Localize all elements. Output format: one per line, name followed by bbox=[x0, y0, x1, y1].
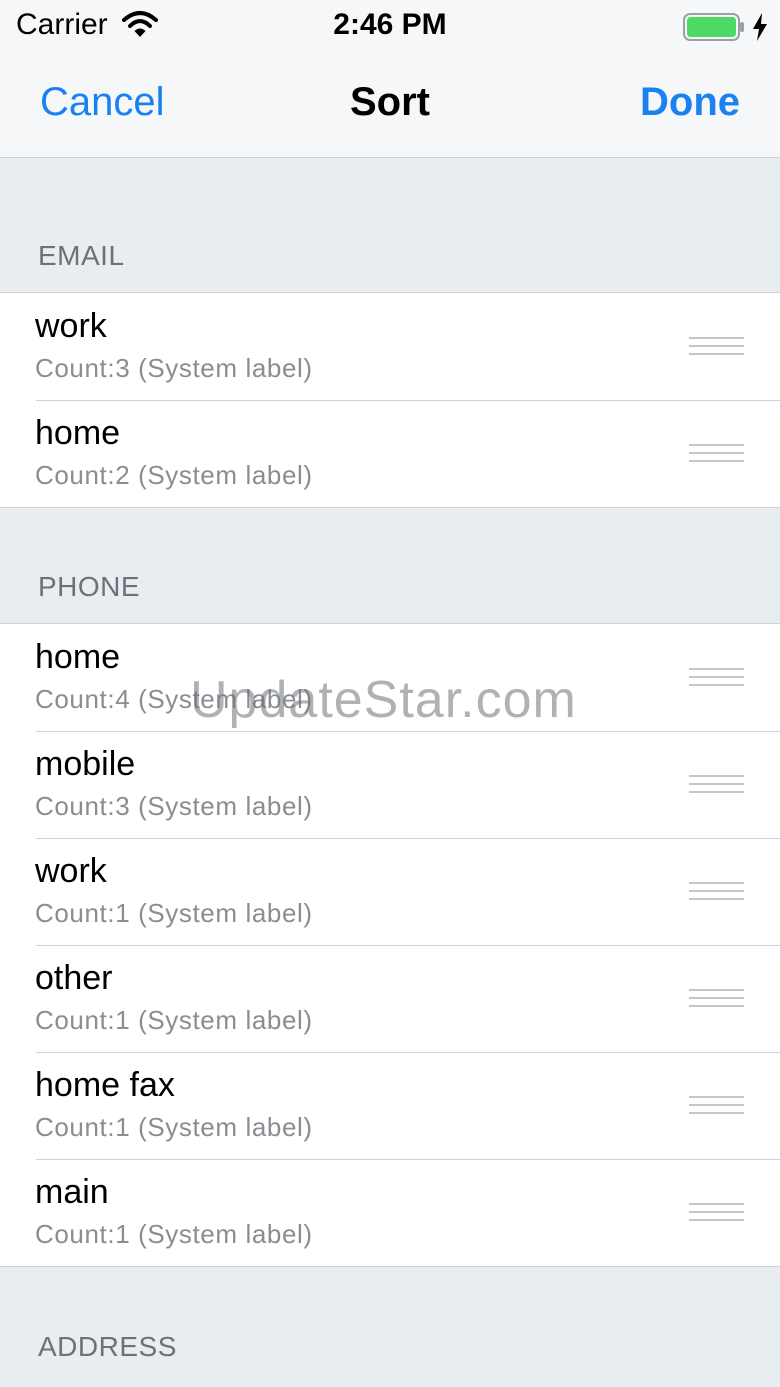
list-item-subtitle: Count:2 (System label) bbox=[35, 460, 313, 490]
reorder-handle-icon[interactable] bbox=[689, 1203, 744, 1223]
list-item-subtitle: Count:1 (System label) bbox=[35, 1219, 313, 1249]
section-header-address: ADDRESS bbox=[38, 1331, 177, 1362]
battery-icon bbox=[683, 13, 744, 41]
list-item-title: mobile bbox=[35, 745, 136, 783]
list-item-title: main bbox=[35, 1173, 109, 1211]
list-item[interactable]: home Count:4 (System label) bbox=[0, 624, 780, 731]
reorder-handle-icon[interactable] bbox=[689, 668, 744, 688]
done-button[interactable]: Done bbox=[640, 80, 740, 125]
navigation-bar: Cancel Sort Done bbox=[0, 56, 780, 158]
list-item[interactable]: home Count:2 (System label) bbox=[0, 400, 780, 507]
list-item[interactable]: main Count:1 (System label) bbox=[0, 1159, 780, 1266]
list-item-subtitle: Count:1 (System label) bbox=[35, 1112, 313, 1142]
list-item-title: work bbox=[35, 307, 107, 345]
list-item-subtitle: Count:1 (System label) bbox=[35, 1005, 313, 1035]
cancel-button[interactable]: Cancel bbox=[40, 80, 165, 125]
list-item-subtitle: Count:4 (System label) bbox=[35, 684, 313, 714]
section-header-phone: PHONE bbox=[38, 571, 141, 602]
list-item[interactable]: work Count:1 (System label) bbox=[0, 838, 780, 945]
phone-list: home Count:4 (System label) mobile Count… bbox=[0, 623, 780, 1267]
status-time: 2:46 PM bbox=[333, 8, 447, 41]
email-list: work Count:3 (System label) home Count:2… bbox=[0, 292, 780, 508]
list-item-subtitle: Count:3 (System label) bbox=[35, 791, 313, 821]
list-item-subtitle: Count:3 (System label) bbox=[35, 353, 313, 383]
reorder-handle-icon[interactable] bbox=[689, 337, 744, 357]
list-item[interactable]: work Count:3 (System label) bbox=[0, 293, 780, 400]
reorder-handle-icon[interactable] bbox=[689, 882, 744, 902]
list-item-title: home bbox=[35, 414, 121, 452]
list-item-title: home fax bbox=[35, 1066, 175, 1104]
list-item[interactable]: mobile Count:3 (System label) bbox=[0, 731, 780, 838]
reorder-handle-icon[interactable] bbox=[689, 1096, 744, 1116]
charging-bolt-icon bbox=[753, 13, 767, 41]
list-item-title: home bbox=[35, 638, 121, 676]
sort-screen: Carrier 2:46 PM Cancel Sort Done EMAIL w… bbox=[0, 0, 780, 1387]
section-header-email: EMAIL bbox=[38, 240, 125, 271]
list-item-title: other bbox=[35, 959, 113, 997]
list-item[interactable]: home fax Count:1 (System label) bbox=[0, 1052, 780, 1159]
list-item[interactable]: other Count:1 (System label) bbox=[0, 945, 780, 1052]
reorder-handle-icon[interactable] bbox=[689, 444, 744, 464]
reorder-handle-icon[interactable] bbox=[689, 775, 744, 795]
list-item-title: work bbox=[35, 852, 107, 890]
list-item-subtitle: Count:1 (System label) bbox=[35, 898, 313, 928]
reorder-handle-icon[interactable] bbox=[689, 989, 744, 1009]
status-bar: Carrier 2:46 PM bbox=[0, 0, 780, 56]
